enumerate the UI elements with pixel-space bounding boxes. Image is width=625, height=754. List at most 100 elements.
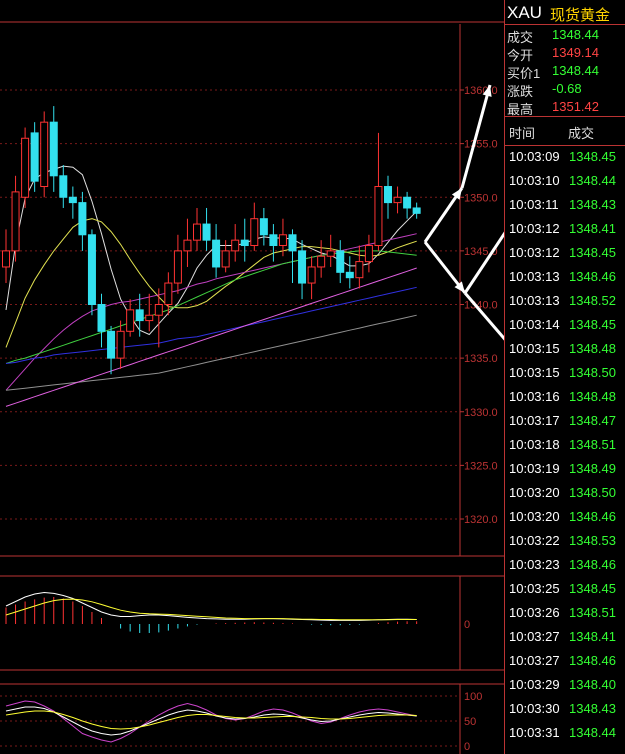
symbol-label: XAU: [507, 3, 542, 22]
tick-time: 10:03:30: [509, 701, 560, 716]
candle-body: [183, 239, 192, 252]
annotation-arrow: [463, 229, 505, 294]
tick-price: 1348.49: [569, 461, 616, 476]
candle-body: [212, 239, 221, 268]
candlestick-chart: 1360.01355.01350.01345.01340.01335.01330…: [0, 21, 505, 754]
tick-price: 1348.43: [569, 197, 616, 212]
tick-time: 10:03:12: [509, 221, 560, 236]
tick-time: 10:03:09: [509, 149, 560, 164]
tick-price: 1348.45: [569, 245, 616, 260]
tick-price: 1348.48: [569, 341, 616, 356]
tick-price: 1348.41: [569, 221, 616, 236]
tick-time: 10:03:27: [509, 629, 560, 644]
candle-body: [21, 137, 30, 198]
tick-price: 1348.53: [569, 533, 616, 548]
price-tick-label: 1325.0: [464, 460, 498, 472]
tick-price: 1348.44: [569, 173, 616, 188]
quote-row: 今开 1349.14: [505, 44, 625, 63]
tick-row: 10:03:29 1348.40: [505, 673, 625, 697]
instrument-name: 现货黄金: [550, 7, 611, 24]
candle-body: [164, 282, 173, 305]
quote-row: 买价1 1348.44: [505, 62, 625, 81]
tick-time: 10:03:18: [509, 437, 560, 452]
quote-value: 1348.44: [552, 27, 599, 42]
price-tick-label: 1330.0: [464, 407, 498, 419]
tick-time: 10:03:16: [509, 389, 560, 404]
tick-time: 10:03:23: [509, 557, 560, 572]
tick-time: 10:03:25: [509, 581, 560, 596]
tick-time: 10:03:27: [509, 653, 560, 668]
candle-body: [107, 330, 116, 359]
ma-line: [5, 250, 417, 364]
tick-row: 10:03:20 1348.50: [505, 481, 625, 505]
price-tick-label: 1335.0: [464, 353, 498, 365]
price-tick-label: 1355.0: [464, 139, 498, 151]
candle-body: [278, 234, 287, 247]
tick-time: 10:03:13: [509, 269, 560, 284]
tick-price: 1348.46: [569, 653, 616, 668]
tick-time: 10:03:31: [509, 725, 560, 740]
candle-body: [269, 234, 278, 247]
candle-body: [374, 186, 383, 247]
candle-body: [173, 250, 182, 284]
quote-row: 最高 1351.42: [505, 98, 625, 117]
tick-row: 10:03:18 1348.51: [505, 433, 625, 457]
candle-body: [30, 132, 39, 182]
tick-row: 10:03:16 1348.48: [505, 385, 625, 409]
candle-body: [11, 191, 20, 252]
tick-price: 1348.45: [569, 149, 616, 164]
tick-row: 10:03:30 1348.43: [505, 697, 625, 721]
candle-body: [135, 309, 144, 322]
candle-body: [298, 250, 307, 284]
tick-price: 1348.48: [569, 389, 616, 404]
tick-time: 10:03:10: [509, 173, 560, 188]
tick-time: 10:03:29: [509, 677, 560, 692]
candle-body: [154, 304, 163, 316]
tick-row: 10:03:22 1348.53: [505, 529, 625, 553]
tick-row: 10:03:13 1348.46: [505, 265, 625, 289]
quote-value: 1351.42: [552, 99, 599, 114]
tick-row: 10:03:09 1348.45: [505, 145, 625, 169]
kdj-tick-label: 100: [464, 691, 482, 703]
tick-row: 10:03:27 1348.41: [505, 625, 625, 649]
price-tick-label: 1320.0: [464, 514, 498, 526]
tick-time: 10:03:11: [509, 197, 559, 212]
candle-body: [116, 330, 125, 359]
tick-header: 时间 成交: [505, 116, 625, 146]
tick-time: 10:03:15: [509, 365, 560, 380]
kdj-tick-label: 0: [464, 741, 470, 753]
candle-body: [345, 271, 354, 279]
macd-tick-label: 0: [464, 619, 470, 631]
tick-price: 1348.43: [569, 701, 616, 716]
quote-header: XAU 现货黄金: [505, 0, 625, 25]
tick-row: 10:03:17 1348.47: [505, 409, 625, 433]
quote-row: 涨跌 -0.68: [505, 80, 625, 99]
macd-line: [5, 598, 417, 621]
price-tick-label: 1360.0: [464, 85, 498, 97]
tick-row: 10:03:31 1348.44: [505, 721, 625, 745]
quote-panel: XAU 现货黄金 成交 1348.44 今开 1349.14 买价1 1348.44 涨跌 -…: [505, 0, 625, 754]
ma-line: [5, 286, 417, 364]
tick-price: 1348.52: [569, 293, 616, 308]
candle-body: [97, 304, 106, 332]
candle-body: [364, 245, 373, 263]
candle-body: [307, 266, 316, 284]
candle-body: [384, 186, 392, 204]
candle-body: [68, 196, 77, 204]
tick-row: 10:03:23 1348.46: [505, 553, 625, 577]
tick-time: 10:03:20: [509, 485, 560, 500]
candle-body: [221, 250, 230, 268]
tick-price: 1348.47: [569, 413, 616, 428]
tick-price: 1348.40: [569, 677, 616, 692]
tick-row: 10:03:20 1348.46: [505, 505, 625, 529]
tick-row: 10:03:15 1348.48: [505, 337, 625, 361]
tick-time: 10:03:13: [509, 293, 560, 308]
quote-value: 1349.14: [552, 45, 599, 60]
tick-row: 10:03:15 1348.50: [505, 361, 625, 385]
quote-value: 1348.44: [552, 63, 599, 78]
ma-line: [5, 165, 418, 336]
tick-price: 1348.41: [569, 629, 616, 644]
tick-row: 10:03:27 1348.46: [505, 649, 625, 673]
ma-line: [5, 233, 417, 391]
kdj-tick-label: 50: [464, 716, 476, 728]
